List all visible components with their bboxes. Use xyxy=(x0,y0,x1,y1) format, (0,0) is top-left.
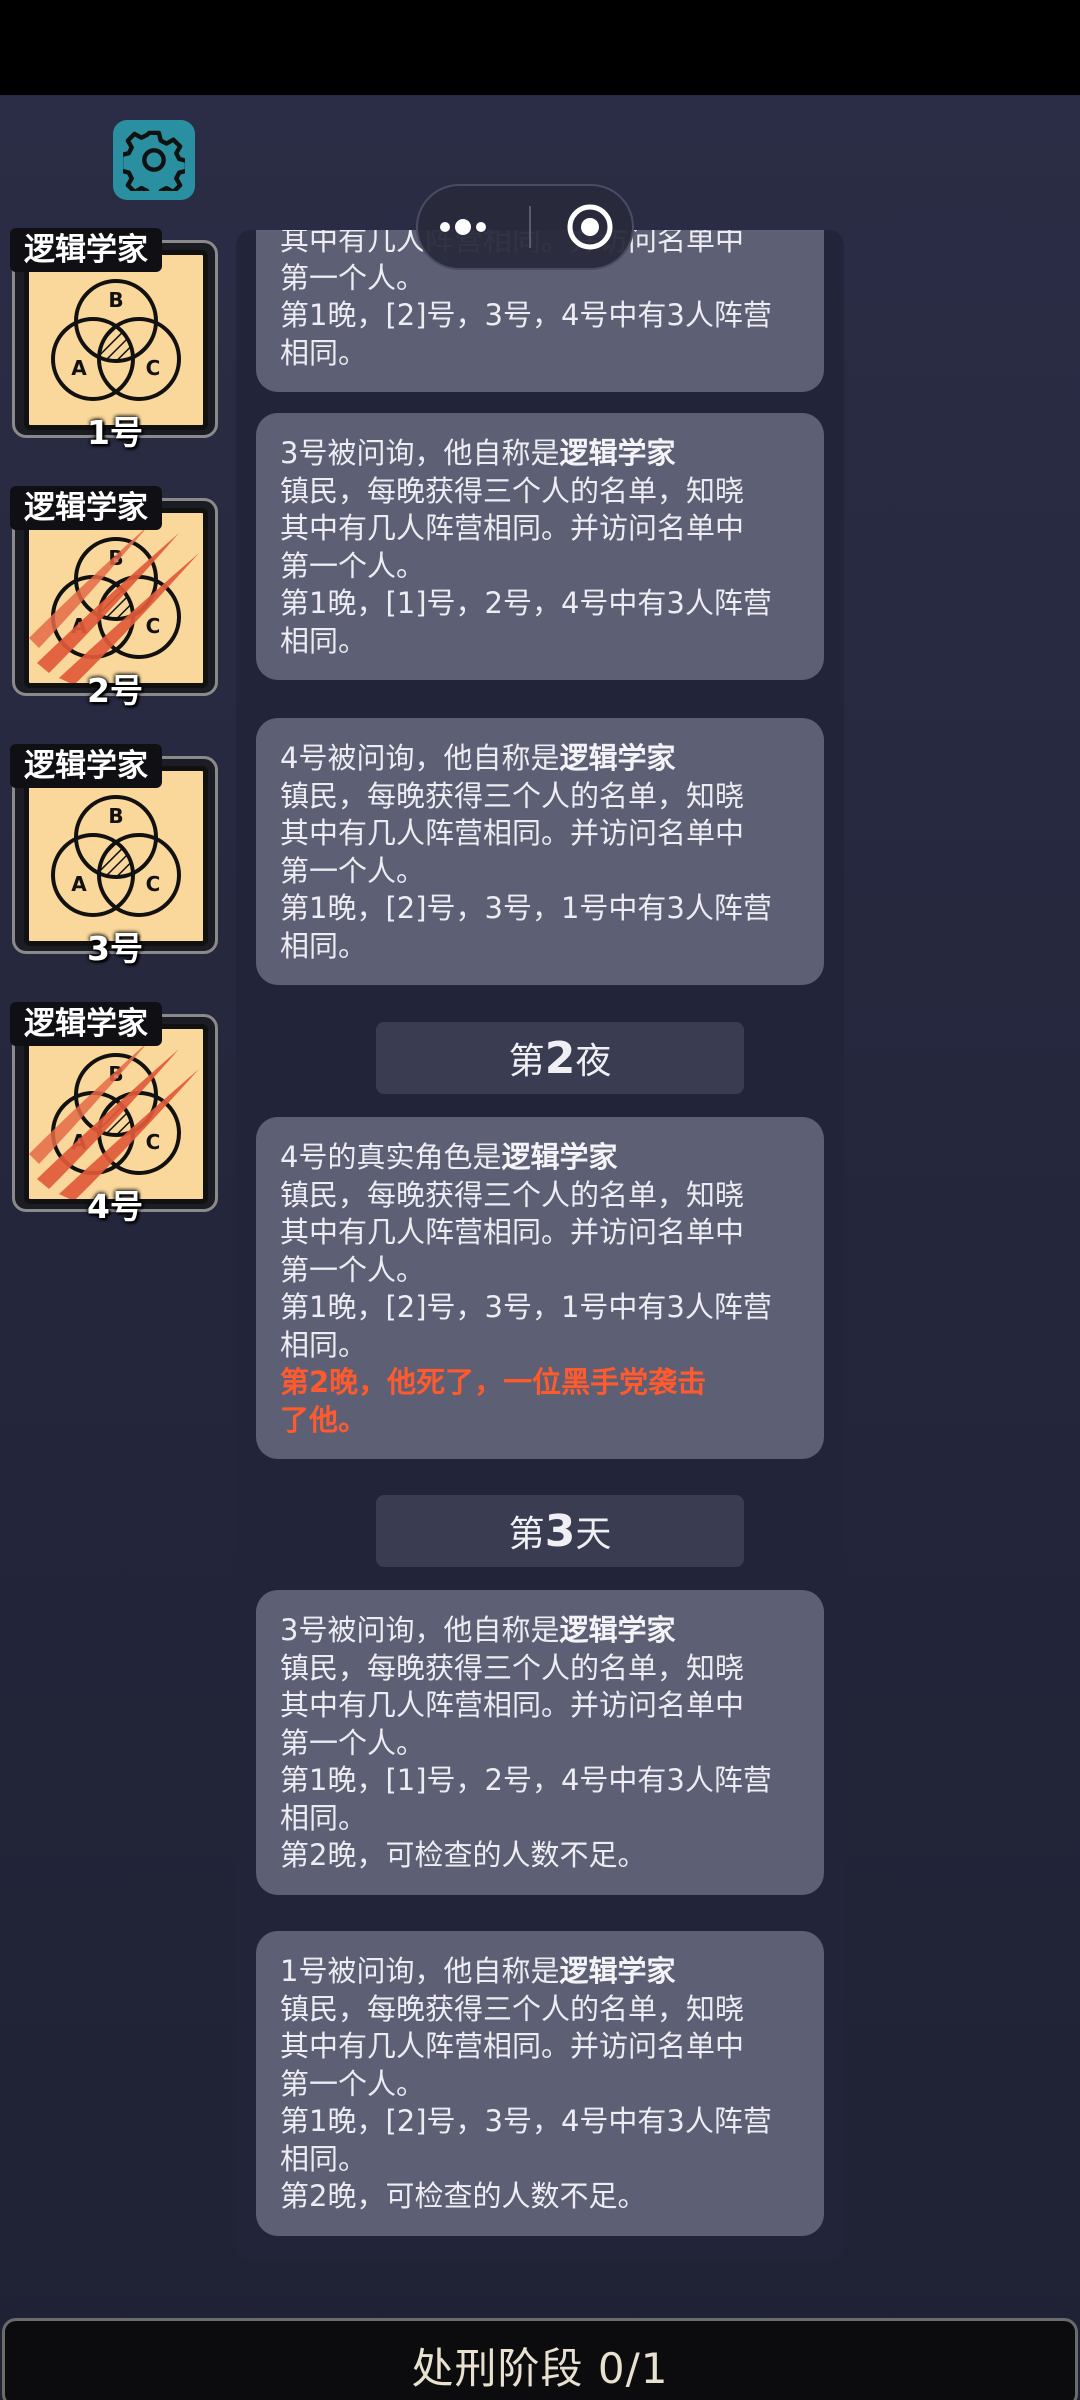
log-line: 其中有几人阵营相同。并访问名单中 xyxy=(280,1215,745,1249)
log-line: 其中有几人阵营相同。并访问名单中 xyxy=(280,1688,745,1722)
execution-phase-bar[interactable]: 处刑阶段 0/1 xyxy=(2,2318,1078,2400)
role-name-tag: 逻辑学家 xyxy=(10,1002,162,1046)
log-line: 第2晚，可检查的人数不足。 xyxy=(280,1838,647,1872)
log-card: 1号被问询，他自称是逻辑学家 镇民，每晚获得三个人的名单，知晓 其中有几人阵营相… xyxy=(256,1931,824,2236)
log-line: 第一个人。 xyxy=(280,548,426,583)
venn-label-c: C xyxy=(146,356,161,380)
venn-label-c: C xyxy=(146,872,161,896)
log-line: 镇民，每晚获得三个人的名单，知晓 xyxy=(280,1177,745,1212)
role-token-image: B A C xyxy=(24,250,208,430)
log-card-heading: 3号被问询，他自称是逻辑学家 xyxy=(280,436,676,470)
player-token[interactable]: B A C 逻辑学家 1号 xyxy=(10,228,220,452)
death-notice: 了他。 xyxy=(280,1402,368,1437)
seat-number: 1号 xyxy=(87,413,143,452)
venn-label-b: B xyxy=(108,288,123,312)
more-dots-icon[interactable] xyxy=(435,212,495,242)
venn-label-c: C xyxy=(146,614,161,638)
phase-header-day: 第3天 xyxy=(376,1495,744,1567)
venn-label-b: B xyxy=(108,804,123,828)
player-token[interactable]: B A C 逻辑学家 3号 xyxy=(10,744,220,968)
seat-number: 4号 xyxy=(87,1187,143,1226)
log-line: 其中有几人阵营相同。并访问名单中 xyxy=(280,511,745,545)
log-line: 第一个人。 xyxy=(280,2066,426,2101)
log-line: 第1晚，[1]号，2号，4号中有3人阵营 xyxy=(280,1763,772,1797)
log-line: 第1晚，[2]号，3号，4号中有3人阵营 xyxy=(280,298,772,332)
log-line: 相同。 xyxy=(280,1327,368,1362)
player-token[interactable]: BAC逻辑学家 2号 xyxy=(10,486,220,710)
log-line: 第一个人。 xyxy=(280,1725,426,1760)
venn-diagram-icon: BAC xyxy=(29,525,199,683)
log-line: 其中有几人阵营相同。并访问名单中 xyxy=(280,2029,745,2063)
player-token[interactable]: BAC逻辑学家 4号 xyxy=(10,1002,220,1226)
gear-icon xyxy=(123,130,185,191)
seat-number: 2号 xyxy=(87,671,143,710)
log-line: 镇民，每晚获得三个人的名单，知晓 xyxy=(280,1991,745,2026)
role-name: 逻辑学家 xyxy=(559,1954,676,1988)
log-line: 第1晚，[2]号，3号，4号中有3人阵营 xyxy=(280,2104,772,2138)
log-line: 第一个人。 xyxy=(280,1252,426,1287)
role-name-tag: 逻辑学家 xyxy=(10,228,162,272)
role-token-image: B A C xyxy=(24,766,208,946)
target-icon[interactable] xyxy=(565,202,615,252)
settings-button[interactable] xyxy=(113,120,195,200)
log-line: 相同。 xyxy=(280,928,368,963)
log-line: 相同。 xyxy=(280,335,368,370)
log-card: 3号被问询，他自称是逻辑学家 镇民，每晚获得三个人的名单，知晓 其中有几人阵营相… xyxy=(256,413,824,680)
log-line: 第1晚，[2]号，3号，1号中有3人阵营 xyxy=(280,891,772,925)
execution-phase-label: 处刑阶段 0/1 xyxy=(411,2344,669,2393)
log-line: 相同。 xyxy=(280,623,368,658)
log-line: 第1晚，[1]号，2号，4号中有3人阵营 xyxy=(280,586,772,620)
log-card-heading: 4号的真实角色是逻辑学家 xyxy=(280,1140,618,1174)
role-name: 逻辑学家 xyxy=(559,436,676,470)
log-line: 第1晚，[2]号，3号，1号中有3人阵营 xyxy=(280,1290,772,1324)
venn-diagram-icon: B A C xyxy=(51,795,181,917)
venn-label-a: A xyxy=(71,872,87,896)
venn-label-c: C xyxy=(146,1130,161,1154)
log-line: 镇民，每晚获得三个人的名单，知晓 xyxy=(280,473,745,508)
role-name-tag: 逻辑学家 xyxy=(10,486,162,530)
log-line: 镇民，每晚获得三个人的名单，知晓 xyxy=(280,1650,745,1685)
log-card-heading: 3号被问询，他自称是逻辑学家 xyxy=(280,1613,676,1647)
capsule-divider xyxy=(529,206,531,248)
role-name: 逻辑学家 xyxy=(501,1140,618,1174)
role-token-image: BAC xyxy=(24,1024,208,1204)
venn-label-a: A xyxy=(71,356,87,380)
log-card-heading: 4号被问询，他自称是逻辑学家 xyxy=(280,741,676,775)
log-card-heading: 1号被问询，他自称是逻辑学家 xyxy=(280,1954,676,1988)
log-line: 其中有几人阵营相同。并访问名单中 xyxy=(280,816,745,850)
log-line: 相同。 xyxy=(280,1800,368,1835)
death-notice: 第2晚，他死了，一位黑手党袭击 xyxy=(280,1365,707,1399)
log-line: 镇民，每晚获得三个人的名单，知晓 xyxy=(280,778,745,813)
miniprogram-capsule xyxy=(416,184,634,270)
log-line: 相同。 xyxy=(280,2141,368,2176)
role-name: 逻辑学家 xyxy=(559,1613,676,1647)
game-log-panel[interactable]: 其中有几人阵营相同。并访问名单中 第一个人。 第1晚，[2]号，3号，4号中有3… xyxy=(236,230,844,2260)
role-name: 逻辑学家 xyxy=(559,741,676,775)
venn-diagram-icon: BAC xyxy=(29,1041,199,1199)
role-name-tag: 逻辑学家 xyxy=(10,744,162,788)
log-line: 第一个人。 xyxy=(280,853,426,888)
seat-number: 3号 xyxy=(87,929,143,968)
log-line: 第2晚，可检查的人数不足。 xyxy=(280,2179,647,2213)
status-bar xyxy=(0,0,1080,95)
log-card: 4号被问询，他自称是逻辑学家 镇民，每晚获得三个人的名单，知晓 其中有几人阵营相… xyxy=(256,718,824,985)
role-token-image: BAC xyxy=(24,508,208,688)
phase-header-night: 第2夜 xyxy=(376,1022,744,1094)
venn-diagram-icon: B A C xyxy=(51,279,181,401)
log-card-death: 4号的真实角色是逻辑学家 镇民，每晚获得三个人的名单，知晓 其中有几人阵营相同。… xyxy=(256,1117,824,1459)
log-card: 3号被问询，他自称是逻辑学家 镇民，每晚获得三个人的名单，知晓 其中有几人阵营相… xyxy=(256,1590,824,1895)
